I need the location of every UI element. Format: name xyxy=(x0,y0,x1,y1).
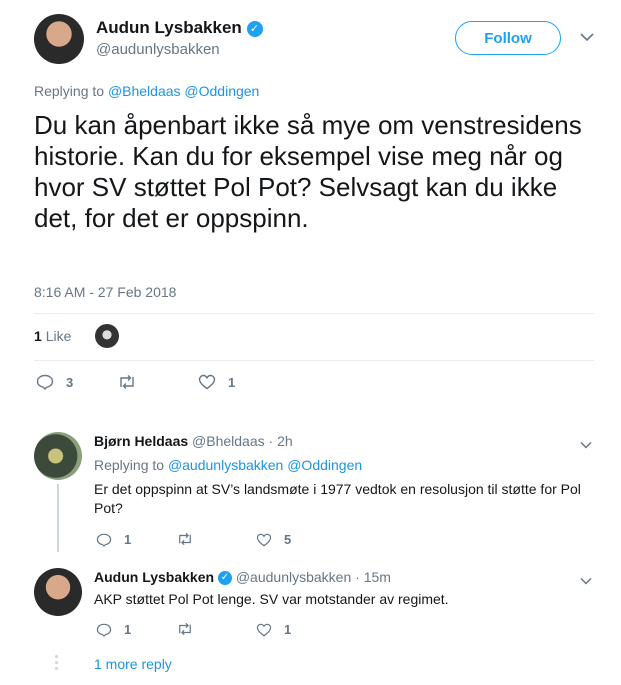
retweet-icon xyxy=(179,532,191,546)
heart-icon xyxy=(256,533,272,546)
reply-replying-to: Replying to @audunlysbakken @Oddingen xyxy=(94,457,363,473)
retweet-action[interactable] xyxy=(117,374,149,390)
reply-text: Er det oppspinn at SV’s landsmøte i 1977… xyxy=(94,481,581,516)
tweet-timestamp[interactable]: 8:16 AM - 27 Feb 2018 xyxy=(34,284,176,300)
chevron-down-icon[interactable] xyxy=(580,436,592,452)
reply-header: Audun Lysbakken ✓ @audunlysbakken · 15m xyxy=(94,569,391,586)
reply-icon xyxy=(96,623,112,637)
verified-badge-icon: ✓ xyxy=(246,20,263,37)
reply-text: AKP støttet Pol Pot lenge. SV var motsta… xyxy=(94,591,449,607)
dotted-thread-icon xyxy=(55,655,59,670)
heart-icon xyxy=(256,623,272,636)
reply-header: Bjørn Heldaas @Bheldaas · 2h xyxy=(94,433,293,449)
chevron-down-icon[interactable] xyxy=(580,572,592,588)
retweet-icon xyxy=(179,622,191,636)
retweet-action[interactable] xyxy=(176,622,206,636)
reply-action[interactable]: 1 xyxy=(96,622,131,637)
reply-action[interactable]: 1 xyxy=(96,532,131,547)
author-avatar[interactable] xyxy=(34,14,84,64)
reply-action[interactable]: 3 xyxy=(36,374,73,390)
divider xyxy=(34,360,594,361)
reply-avatar[interactable] xyxy=(34,432,82,480)
like-action[interactable]: 1 xyxy=(256,622,291,637)
like-action[interactable]: 5 xyxy=(256,532,291,547)
retweet-icon xyxy=(120,375,134,389)
replying-to: Replying to @Bheldaas @Oddingen xyxy=(34,83,260,99)
like-action[interactable]: 1 xyxy=(198,374,235,390)
reply-avatar[interactable] xyxy=(34,568,82,616)
follow-button[interactable]: Follow xyxy=(455,21,561,55)
author-name[interactable]: Audun Lysbakken ✓ xyxy=(96,18,263,38)
likes-stat[interactable]: 1 Like xyxy=(34,328,71,344)
heart-icon xyxy=(198,374,216,390)
author-handle[interactable]: @audunlysbakken xyxy=(96,41,220,58)
chevron-down-icon[interactable] xyxy=(580,29,594,45)
verified-badge-icon: ✓ xyxy=(217,571,232,586)
thread-line xyxy=(57,484,59,552)
tweet-text: Du kan åpenbart ikke så mye om venstresi… xyxy=(34,110,582,233)
section-divider xyxy=(0,413,621,423)
reply-icon xyxy=(36,374,54,390)
more-replies-link[interactable]: 1 more reply xyxy=(94,656,172,672)
divider xyxy=(34,313,594,314)
reply-icon xyxy=(96,533,112,547)
liker-avatar[interactable] xyxy=(95,324,119,348)
retweet-action[interactable] xyxy=(176,532,206,546)
